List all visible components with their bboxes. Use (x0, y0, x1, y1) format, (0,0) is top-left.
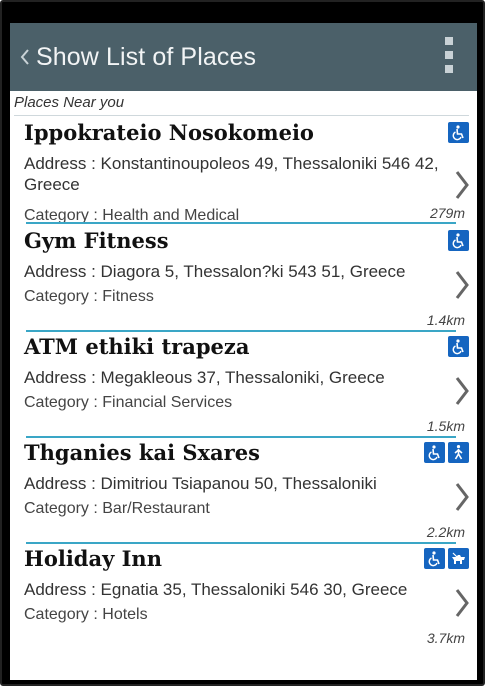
place-name: Holiday Inn (24, 546, 162, 571)
place-category: Category : Bar/Restaurant (24, 500, 210, 517)
place-address: Address : Megakleous 37, Thessaloniki, G… (24, 368, 385, 387)
screen: Show List of Places Places Near you Ippo… (10, 23, 477, 680)
accessibility-badges (424, 442, 469, 463)
place-address: Address : Konstantinoupoleos 49, Thessal… (24, 154, 439, 194)
pedestrian-icon (448, 442, 469, 463)
place-address: Address : Diagora 5, Thessalon?ki 543 51… (24, 262, 406, 281)
wheelchair-icon (448, 230, 469, 251)
place-category: Category : Financial Services (24, 394, 233, 411)
place-name: ATM ethiki trapeza (24, 334, 250, 359)
place-distance: 1.5km (426, 418, 465, 434)
place-distance: 279m (429, 205, 465, 221)
place-name: Thganies kai Sxares (24, 440, 260, 465)
place-name: Gym Fitness (24, 228, 169, 253)
chevron-left-icon (18, 48, 32, 66)
section-divider (14, 115, 469, 116)
action-bar: Show List of Places (10, 23, 477, 91)
menu-dot (445, 65, 453, 73)
place-distance: 2.2km (426, 524, 465, 540)
place-category: Category : Fitness (24, 288, 154, 305)
guide-dog-icon (448, 548, 469, 569)
list-item[interactable]: Holiday Inn Address : Egnatia 35, Thessa… (10, 544, 477, 650)
wheelchair-icon (424, 442, 445, 463)
section-header: Places Near you (14, 94, 125, 111)
chevron-right-icon[interactable] (453, 374, 471, 408)
chevron-right-icon[interactable] (453, 268, 471, 302)
chevron-right-icon[interactable] (453, 168, 471, 202)
back-button[interactable]: Show List of Places (10, 23, 310, 91)
place-address: Address : Dimitriou Tsiapanou 50, Thessa… (24, 474, 377, 493)
accessibility-badges (448, 122, 469, 143)
place-distance: 3.7km (426, 630, 465, 646)
menu-dot (445, 51, 453, 59)
list-item[interactable]: Thganies kai Sxares Address : Dimitriou … (10, 438, 477, 544)
list-item[interactable]: ATM ethiki trapeza Address : Megakleous … (10, 332, 477, 438)
wheelchair-icon (424, 548, 445, 569)
list-item[interactable]: Gym Fitness Address : Diagora 5, Thessal… (10, 226, 477, 332)
accessibility-badges (424, 548, 469, 569)
chevron-right-icon[interactable] (453, 480, 471, 514)
accessibility-badges (448, 336, 469, 357)
chevron-right-icon[interactable] (453, 586, 471, 620)
menu-dot (445, 37, 453, 45)
wheelchair-icon (448, 122, 469, 143)
place-address: Address : Egnatia 35, Thessaloniki 546 3… (24, 580, 408, 599)
place-name: Ippokrateio Nosokomeio (24, 120, 314, 145)
place-distance: 1.4km (426, 312, 465, 328)
overflow-menu-button[interactable] (439, 35, 459, 75)
wheelchair-icon (448, 336, 469, 357)
page-title: Show List of Places (36, 42, 257, 71)
item-divider (26, 222, 456, 224)
accessibility-badges (448, 230, 469, 251)
device-frame: Show List of Places Places Near you Ippo… (0, 0, 485, 686)
list-item[interactable]: Ippokrateio Nosokomeio Address : Konstan… (10, 118, 477, 224)
place-category: Category : Hotels (24, 606, 148, 623)
